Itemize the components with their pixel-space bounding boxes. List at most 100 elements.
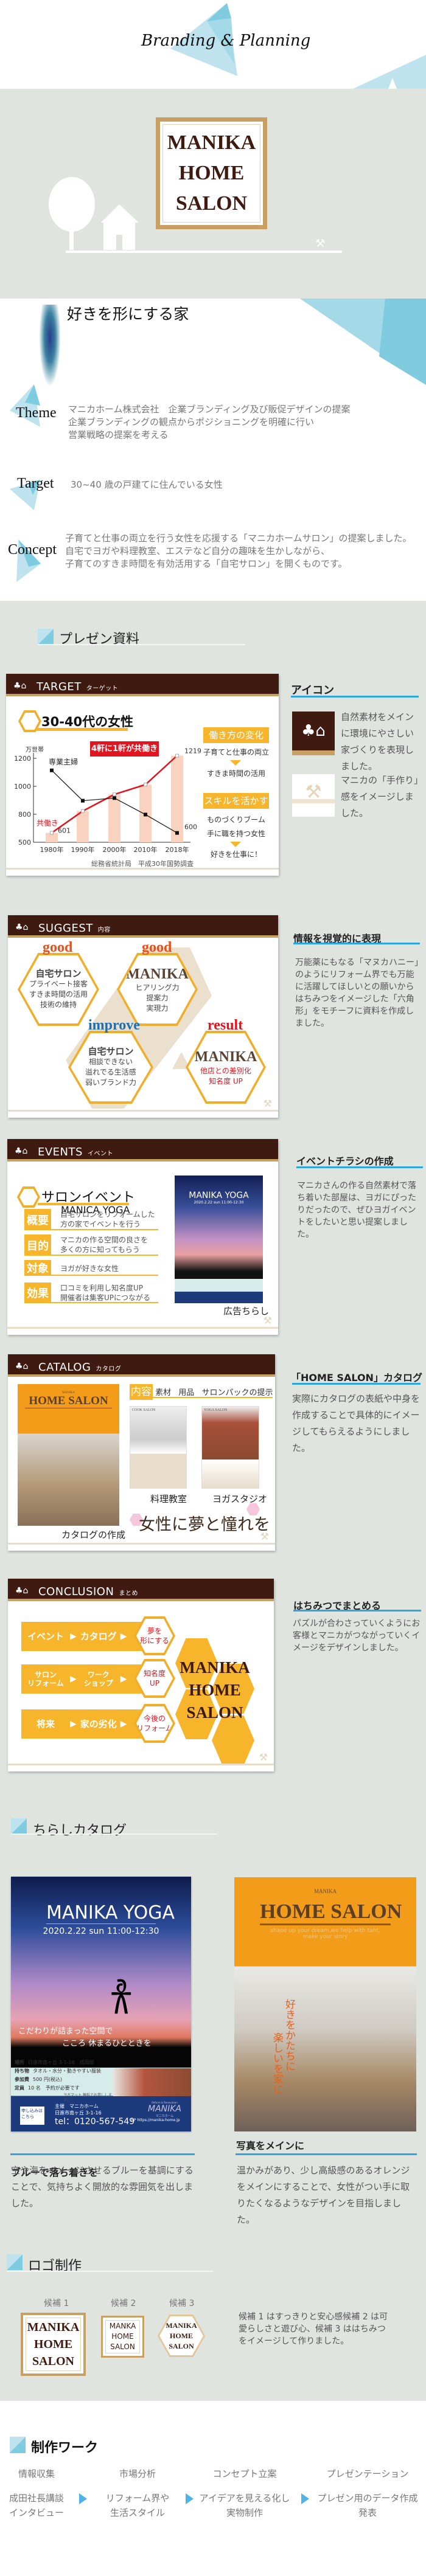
tag-good: good <box>43 940 73 955</box>
slide-subtitle: カタログ <box>96 1366 122 1373</box>
flow-step: カタログ <box>80 1631 117 1642</box>
apply-button[interactable]: 申し込みはこちら <box>20 2107 44 2125</box>
step-title: 情報収集 <box>18 2468 55 2479</box>
x-tick-label: 2018年 <box>166 845 189 854</box>
data-point <box>144 783 147 787</box>
flyer-title: HOME SALON <box>260 1900 402 1925</box>
flow-bar: 将来 ▶ 家の劣化 ▶ <box>21 1709 143 1739</box>
vertical-copy: 好きをかたちに 楽しいを家に <box>271 1999 295 2094</box>
logo-line: MANIKA <box>166 2321 197 2330</box>
logo-line: MANIKA <box>180 1658 250 1677</box>
text-line: アイデアを見える化し <box>199 2493 290 2504</box>
row-label: 概要 <box>24 1209 51 1230</box>
hex-title: 自宅サロン <box>88 1046 134 1057</box>
cook-caption: 料理教室 <box>150 1494 187 1504</box>
hero-logo: MANIKA HOME SALON <box>156 117 267 229</box>
text-line: インタビュー <box>9 2507 64 2518</box>
logo-candidate-1[interactable]: MANIKA HOME SALON <box>21 2313 86 2376</box>
flyer-date: 2020.2.22 sun 11:00-12:30 <box>43 1927 159 1936</box>
logo-line: HOME <box>178 162 245 184</box>
copy-line: 楽しいを家に <box>271 2032 283 2094</box>
salon-flyer: MANIKA HOME SALON shape up your dream,we… <box>234 1877 416 2131</box>
logo-candidate-2[interactable]: MANKA HOME SALON <box>101 2316 144 2358</box>
text-line: 多くの方に知ってもらう <box>60 1245 140 1254</box>
row-text: 自宅サロンをリフォームした 方の家でイベントを行う <box>60 1210 155 1229</box>
event-headline: サロンイベント <box>41 1190 136 1205</box>
slide-subtitle: まとめ <box>119 1590 138 1597</box>
slide-footer-line <box>8 1543 275 1545</box>
chevron-right-icon: ▶ <box>70 1674 77 1684</box>
text-line: 自宅サロンをリフォームした <box>60 1210 155 1219</box>
target-label: Target <box>17 476 54 491</box>
text-line: 開催者は集客UPにつながる <box>60 1293 151 1302</box>
y-tick-label: 1200 <box>14 755 31 763</box>
hex-title: MANIKA <box>194 1049 257 1065</box>
slide-footer-line <box>8 1764 274 1765</box>
row-text: 口コミを利用し知名度UP 開催者は集客UPにつながる <box>60 1283 150 1303</box>
logo-line: SALON <box>110 2342 135 2351</box>
hex-line: リフォーム <box>136 1724 173 1733</box>
bar <box>171 755 183 842</box>
flyer-brand: MANIKA <box>314 1888 337 1894</box>
chevron-right-icon: ▶ <box>120 1632 127 1641</box>
text-line: 子育てのすきま時間を有効活用する「自宅サロン」を開くものです。 <box>65 558 347 569</box>
row-text: ヨガが好きな女性 <box>60 1264 119 1273</box>
row-label: 目的 <box>24 1234 51 1256</box>
row-text: マニカの作る空間の良さを 多くの方に知ってもらう <box>60 1235 148 1255</box>
slide-header: ♣⌂ SUGGEST 内容 <box>8 915 278 938</box>
slide-title: CONCLUSION <box>38 1585 114 1598</box>
event-row: 対象 ヨガが好きな女性 <box>24 1260 158 1276</box>
host: 主催 マニカホーム <box>55 2103 99 2109</box>
info-row: 参加費 500 円(税込) <box>15 2076 113 2083</box>
yoga-salon-page: YOGA SALON <box>201 1406 259 1489</box>
hex-line: すきま時間の活用 <box>29 990 88 999</box>
section-heading: ちらしカタログ <box>33 1823 127 1838</box>
arrow-right-icon <box>301 2493 309 2504</box>
yoga-caption: ヨガスタジオ <box>212 1494 268 1504</box>
text-line: 子育てと仕事の両立を行う女性を応援する「マニカホームサロン」の提案しました。 <box>65 533 412 544</box>
hex-line: 相談できない <box>88 1058 133 1066</box>
text-line: ヨガが好きな女性 <box>60 1264 119 1273</box>
info-key: 持ち物 <box>15 2068 29 2074</box>
header: Branding & Planning <box>0 0 426 89</box>
text-line: 方の家でイベントを行う <box>60 1220 141 1228</box>
text-line: ものづくりブーム <box>207 815 265 824</box>
step-title: 市場分析 <box>119 2468 156 2479</box>
section-icon <box>38 629 54 645</box>
blue-underline <box>291 696 419 698</box>
text-line: 手に職を持つ女性 <box>206 829 265 838</box>
brand: MANIKA <box>147 2104 181 2114</box>
x-tick-label: 1980年 <box>40 845 64 854</box>
hexagon-icon <box>17 1186 40 1208</box>
poster-caption: 広告ちらし <box>223 1306 270 1317</box>
text-line: 生活スタイル <box>110 2507 165 2518</box>
divider <box>7 2271 214 2272</box>
flow-bar: イベント ▶ カタログ ▶ <box>21 1622 143 1651</box>
flyer-room-photo <box>113 2068 191 2096</box>
info-value: 500 円(税込) <box>33 2077 63 2082</box>
series-label: 専業主婦 <box>49 757 78 766</box>
step-description: リフォーム界や 生活スタイル <box>83 2491 192 2520</box>
hex-line: 溢れでる生活感 <box>85 1068 136 1076</box>
tag-good: good <box>142 940 172 955</box>
theme-text: マニカホーム株式会社 企業ブランディング及び販促デザインの提案 企業ブランディン… <box>68 403 351 441</box>
hex-line: 弱いブランド力 <box>85 1078 136 1087</box>
slide-suggest: ♣⌂ SUGGEST 内容 自宅サロン プライベート接客 すきま時間の活用 技術の維持 M… <box>8 915 278 1118</box>
flow-step: イベント <box>27 1631 64 1642</box>
triangle-decoration <box>300 299 426 385</box>
y-axis-label: 万世帯 <box>26 746 44 753</box>
tag-line: shape up your dream,we help with taht, <box>270 1928 380 1934</box>
text-line: 子育てと仕事の両立 <box>203 748 270 757</box>
tel: tel：0120-567-549 <box>55 2117 135 2127</box>
note-heading: イベントチラシの作成 <box>296 1155 394 1167</box>
hp-link[interactable]: HP https://manika-home.jp <box>124 2118 187 2122</box>
catalog-cover: MANIKA HOME SALON <box>18 1384 119 1526</box>
tagline-line: こだわりが詰まった空間で <box>18 2027 113 2036</box>
arrow-right-icon <box>79 2493 87 2504</box>
divider <box>11 1833 218 1835</box>
tab-material: 素材 <box>155 1388 172 1397</box>
section-icon <box>10 2437 26 2453</box>
hex-line: 知名度 <box>143 1669 166 1678</box>
hero: ⚒ MANIKA HOME SALON <box>0 89 426 299</box>
flyer-host: 主催 マニカホーム 日進市南ヶ丘 3-1-16 tel：0120-567-549 <box>55 2103 134 2127</box>
